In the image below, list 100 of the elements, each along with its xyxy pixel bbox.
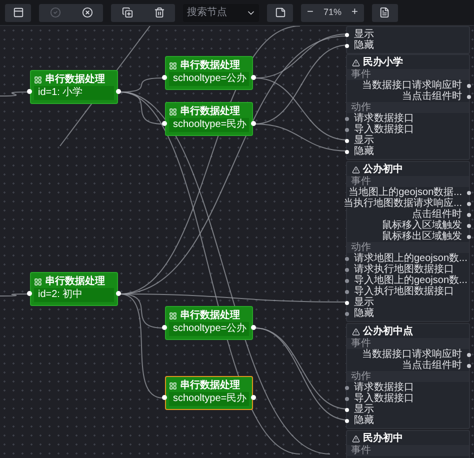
port-icon[interactable] [345, 139, 349, 143]
warning-icon [352, 59, 360, 67]
event-label: 当数据接口请求响应时 [362, 80, 462, 91]
panel-title: 民办小学 [363, 57, 403, 69]
zoom-in-button[interactable]: + [351, 7, 358, 18]
action-label: 请求执行地图数据接口 [354, 264, 454, 275]
output-port-icon[interactable] [251, 325, 256, 330]
output-port-icon[interactable] [251, 75, 256, 80]
port-icon[interactable] [467, 213, 471, 217]
node-body: id=1: 小学 [34, 86, 114, 100]
action-label: 请求数据接口 [354, 113, 414, 124]
port-icon[interactable] [467, 191, 471, 195]
process-node[interactable]: 串行数据处理 schooltype=民办 [165, 376, 253, 410]
section-label: 事件 [351, 445, 371, 456]
event-label: 当地图上的geojson数据... [348, 187, 462, 198]
input-port-icon[interactable] [27, 291, 32, 296]
section-label: 事件 [351, 338, 371, 349]
process-node[interactable]: 串行数据处理 schooltype=民办 [165, 102, 253, 136]
event-label: 点击组件时 [412, 209, 462, 220]
zoom-level: 71% [323, 6, 342, 19]
input-port-icon[interactable] [162, 395, 167, 400]
port-icon[interactable] [467, 224, 471, 228]
delete-icon [154, 7, 164, 18]
node-title: 串行数据处理 [45, 276, 105, 287]
input-port-icon[interactable] [162, 121, 167, 126]
process-node[interactable]: 串行数据处理 id=2: 初中 [30, 272, 118, 306]
port-icon[interactable] [467, 235, 471, 239]
event-label: 当数据接口请求响应时 [362, 349, 462, 360]
output-port-icon[interactable] [251, 395, 256, 400]
port-icon[interactable] [467, 353, 471, 357]
input-port-icon[interactable] [162, 75, 167, 80]
layout-icon [12, 7, 24, 18]
port-icon[interactable] [345, 301, 349, 305]
node-body: schooltype=公办 [169, 322, 249, 336]
process-node[interactable]: 串行数据处理 schooltype=公办 [165, 56, 253, 90]
node-body: schooltype=民办 [169, 118, 249, 132]
action-label: 显示 [354, 29, 374, 40]
node-title: 串行数据处理 [180, 310, 240, 321]
section-label: 动作 [351, 371, 371, 382]
action-label: 隐藏 [354, 40, 374, 51]
event-label: 鼠标移出区域触发 [382, 231, 462, 242]
port-icon[interactable] [345, 408, 349, 412]
section-label: 事件 [351, 176, 371, 187]
action-label: 导入数据接口 [354, 124, 414, 135]
grid-icon [34, 76, 42, 84]
action-label: 显示 [354, 404, 374, 415]
warning-icon [352, 435, 360, 443]
output-port-icon[interactable] [251, 121, 256, 126]
event-label: 当点击组件时 [402, 91, 462, 102]
port-icon[interactable] [345, 44, 349, 48]
input-port-icon[interactable] [162, 325, 167, 330]
port-icon[interactable] [345, 33, 349, 37]
action-label: 显示 [354, 297, 374, 308]
action-label: 请求数据接口 [354, 382, 414, 393]
zoom-out-button[interactable]: − [307, 7, 314, 18]
section-label: 事件 [351, 69, 371, 80]
action-label: 请求地图上的geojson数... [354, 253, 468, 264]
grid-icon [169, 312, 177, 320]
port-icon[interactable] [467, 95, 471, 99]
process-node[interactable]: 串行数据处理 schooltype=公办 [165, 306, 253, 340]
node-title: 串行数据处理 [45, 74, 105, 85]
copy-icon [122, 7, 132, 18]
action-label: 隐藏 [354, 146, 374, 157]
node-title: 串行数据处理 [180, 106, 240, 117]
input-port-icon[interactable] [27, 89, 32, 94]
action-label: 显示 [354, 135, 374, 146]
check-circle-icon [50, 7, 60, 18]
node-title: 串行数据处理 [180, 380, 240, 391]
warning-icon [352, 166, 360, 174]
grid-icon [169, 108, 177, 116]
panel-title: 民办初中 [363, 433, 403, 445]
warning-icon [352, 328, 360, 336]
panel-title: 公办初中 [363, 164, 403, 176]
grid-icon [169, 62, 177, 70]
node-body: schooltype=公办 [169, 72, 249, 86]
event-label: 当执行地图数据请求响应... [344, 198, 462, 209]
section-label: 动作 [351, 102, 371, 113]
output-port-icon[interactable] [116, 89, 121, 94]
port-icon[interactable] [467, 84, 471, 88]
grid-icon [34, 278, 42, 286]
port-icon[interactable] [345, 419, 349, 423]
port-icon[interactable] [467, 364, 471, 368]
node-body: id=2: 初中 [34, 288, 114, 302]
action-label: 隐藏 [354, 415, 374, 426]
grid-icon [169, 382, 177, 390]
close-icon [82, 7, 92, 18]
node-body: schooltype=民办 [169, 392, 249, 406]
node-title: 串行数据处理 [180, 60, 240, 71]
output-port-icon[interactable] [116, 291, 121, 296]
panel-title: 公办初中点 [363, 326, 413, 338]
action-label: 隐藏 [354, 308, 374, 319]
document-icon [379, 7, 390, 18]
process-node[interactable]: 串行数据处理 id=1: 小学 [30, 70, 118, 104]
section-label: 动作 [351, 242, 371, 253]
port-icon[interactable] [345, 150, 349, 154]
action-label: 导入数据接口 [354, 393, 414, 404]
search-field[interactable]: 搜索节点 [183, 4, 259, 22]
note-icon [274, 7, 286, 18]
port-icon[interactable] [467, 202, 471, 206]
event-label: 当点击组件时 [402, 360, 462, 371]
